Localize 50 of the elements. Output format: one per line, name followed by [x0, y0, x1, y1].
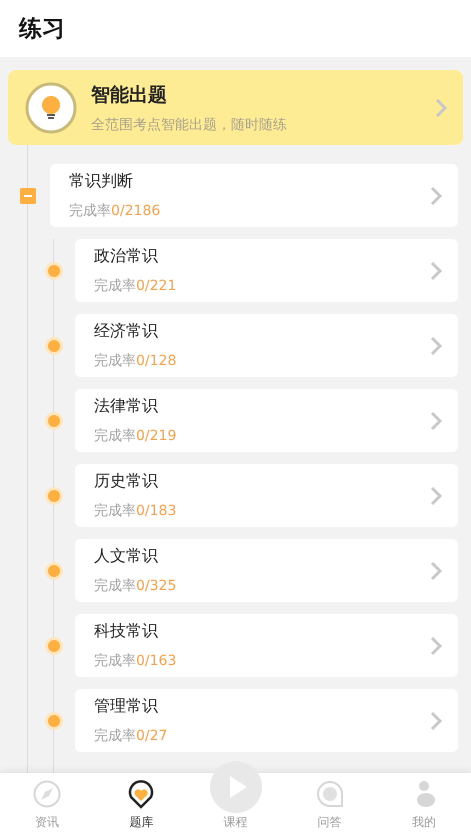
topic-name: 科技常识: [94, 621, 159, 642]
timeline-dot: [48, 414, 60, 426]
smart-practice-subtitle: 全范围考点智能出题，随时随练: [91, 116, 288, 134]
heart-pin-icon: [126, 779, 156, 809]
compass-icon: [32, 779, 62, 809]
chevron-right-icon: [430, 410, 442, 430]
chevron-right-icon: [430, 260, 442, 280]
topic-card[interactable]: 政治常识 完成率0/221: [75, 239, 458, 302]
completion-rate: 完成率0/219: [94, 427, 178, 445]
completion-rate: 完成率0/221: [94, 277, 178, 295]
topic-name: 政治常识: [94, 246, 159, 267]
completion-rate: 完成率0/2186: [69, 202, 162, 220]
chevron-right-icon: [430, 486, 442, 506]
chevron-right-icon: [430, 336, 442, 356]
topic-name: 人文常识: [94, 546, 159, 567]
completion-rate: 完成率0/128: [94, 352, 178, 370]
timeline-dot: [48, 340, 60, 352]
completion-rate: 完成率0/163: [94, 652, 178, 670]
chevron-right-icon: [430, 186, 442, 206]
topic-name: 历史常识: [94, 471, 159, 492]
chevron-right-icon: [430, 710, 442, 730]
chevron-right-icon: [430, 636, 442, 656]
smart-practice-card[interactable]: 智能出题 全范围考点智能出题，随时随练: [8, 70, 463, 145]
topic-card[interactable]: 历史常识 完成率0/183: [75, 464, 458, 527]
timeline-dot: [48, 264, 60, 276]
topic-name: 法律常识: [94, 396, 159, 417]
chevron-right-icon: [435, 98, 447, 118]
topic-card[interactable]: 科技常识 完成率0/163: [75, 614, 458, 677]
completion-rate: 完成率0/27: [94, 727, 168, 745]
completion-rate: 完成率0/325: [94, 577, 178, 595]
topic-card[interactable]: 经济常识 完成率0/128: [75, 314, 458, 377]
chevron-right-icon: [430, 560, 442, 580]
category-card[interactable]: 常识判断 完成率0/2186: [50, 164, 458, 227]
timeline-dot: [48, 714, 60, 726]
topic-name: 经济常识: [94, 321, 159, 342]
completion-rate: 完成率0/183: [94, 502, 178, 520]
topic-card[interactable]: 法律常识 完成率0/219: [75, 389, 458, 452]
chat-bubble-icon: [314, 779, 345, 809]
lightbulb-icon: [25, 82, 77, 134]
tab-item[interactable]: 题库: [94, 773, 188, 837]
category-name: 常识判断: [69, 171, 134, 192]
collapse-icon[interactable]: [20, 188, 36, 204]
timeline-dot: [48, 490, 60, 502]
smart-practice-title: 智能出题: [91, 82, 168, 108]
page-title: 练习: [19, 15, 65, 44]
topic-card[interactable]: 人文常识 完成率0/325: [75, 539, 458, 602]
topic-card[interactable]: 管理常识 完成率0/27: [75, 689, 458, 752]
topic-name: 管理常识: [94, 696, 159, 717]
timeline-dot: [48, 564, 60, 576]
timeline-dot: [48, 640, 60, 652]
